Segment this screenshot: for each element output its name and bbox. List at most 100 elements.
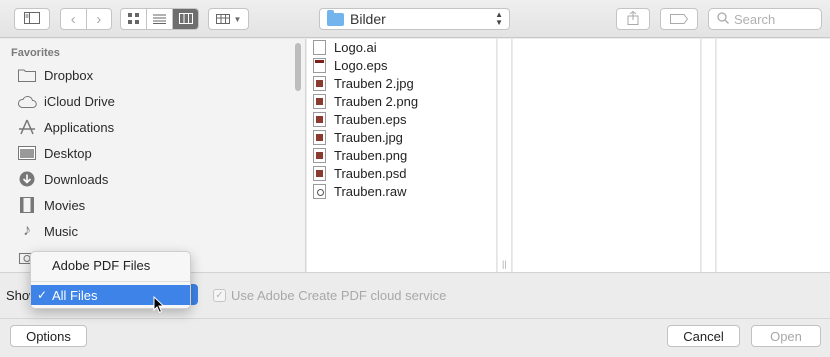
sidebar-item-label: Dropbox — [44, 67, 94, 83]
image-file-icon — [313, 147, 326, 163]
column-gap — [702, 39, 716, 272]
sidebar-heading-favorites: Favorites — [11, 47, 60, 59]
arrange-button[interactable]: ▼ — [208, 8, 249, 30]
cloud-service-label: Use Adobe Create PDF cloud service — [231, 288, 447, 303]
file-name: Trauben 2.png — [334, 93, 419, 109]
music-icon: ♪ — [23, 222, 31, 239]
sidebar-item-icloud-drive[interactable]: iCloud Drive — [17, 90, 115, 112]
column-view-button[interactable] — [173, 9, 198, 29]
document-icon — [313, 39, 326, 55]
sidebar-item-label: Music — [44, 223, 78, 239]
back-button[interactable]: ‹ — [61, 9, 87, 29]
menu-item-all-files[interactable]: ✓ All Files — [31, 285, 190, 305]
file-name: Logo.ai — [334, 39, 377, 55]
file-item[interactable]: Trauben 2.jpg — [313, 74, 414, 92]
search-placeholder: Search — [734, 11, 776, 27]
list-view-button[interactable] — [147, 9, 173, 29]
sidebar-toggle-button[interactable] — [14, 8, 50, 30]
eps-file-icon — [313, 57, 326, 73]
image-file-icon — [313, 129, 326, 145]
download-icon — [17, 171, 37, 187]
toolbar: ‹ › ▼ Bilder ▲ ▼ Search — [0, 0, 830, 38]
icon-view-button[interactable] — [121, 9, 147, 29]
divider — [0, 318, 830, 319]
search-icon — [717, 11, 729, 27]
file-name: Trauben.jpg — [334, 129, 403, 145]
menu-separator — [31, 281, 190, 282]
grid-icon — [128, 12, 139, 27]
options-button[interactable]: Options — [10, 325, 87, 347]
cloud-service-checkbox[interactable]: ✓ — [213, 289, 226, 302]
file-item[interactable]: Trauben.raw — [313, 182, 407, 200]
list-icon — [153, 12, 166, 27]
file-type-menu: Adobe PDF Files ✓ All Files — [30, 251, 191, 309]
arrange-grid-icon — [215, 12, 230, 27]
file-item[interactable]: Trauben.eps — [313, 110, 407, 128]
path-folder-label: Bilder — [350, 11, 386, 27]
sidebar-item-label: iCloud Drive — [44, 93, 115, 109]
search-field[interactable]: Search — [708, 8, 822, 30]
chevron-left-icon: ‹ — [70, 10, 76, 28]
sidebar-item-applications[interactable]: Applications — [17, 116, 114, 138]
image-file-icon — [313, 93, 326, 109]
back-forward-control: ‹ › — [60, 8, 112, 30]
image-file-icon — [313, 111, 326, 127]
image-file-icon — [313, 165, 326, 181]
preview-column — [513, 39, 701, 272]
file-name: Trauben.raw — [334, 183, 407, 199]
chevron-down-icon: ▼ — [233, 14, 242, 24]
checkmark-icon: ✓ — [37, 288, 48, 302]
file-item[interactable]: Trauben.jpg — [313, 128, 403, 146]
file-name: Trauben.psd — [334, 165, 407, 181]
empty-column — [717, 39, 830, 272]
tag-icon — [670, 12, 689, 27]
sidebar-item-music[interactable]: ♪ Music — [17, 220, 78, 242]
sidebar: Favorites Dropbox iCloud Drive Applicati… — [0, 39, 306, 272]
sidebar-item-label: Movies — [44, 197, 86, 213]
file-item[interactable]: Trauben 2.png — [313, 92, 418, 110]
sidebar-item-label: Desktop — [44, 145, 92, 161]
desktop-icon — [17, 145, 37, 161]
menu-item-label: All Files — [52, 287, 98, 303]
sidebar-scrollbar[interactable] — [295, 43, 301, 91]
view-mode-control — [120, 8, 199, 30]
tag-button[interactable] — [660, 8, 698, 30]
film-icon — [17, 197, 37, 213]
file-item[interactable]: Trauben.psd — [313, 164, 407, 182]
share-button[interactable] — [616, 8, 650, 30]
sidebar-icon — [24, 11, 40, 27]
column-resize-grip[interactable]: || — [502, 259, 507, 269]
sidebar-item-downloads[interactable]: Downloads — [17, 168, 108, 190]
columns-icon — [178, 12, 193, 27]
file-item[interactable]: Logo.ai — [313, 38, 377, 56]
file-name: Logo.eps — [334, 57, 388, 73]
share-icon — [627, 10, 639, 28]
raw-file-icon — [313, 183, 326, 199]
folder-icon — [327, 9, 344, 26]
path-popup[interactable]: Bilder ▲ ▼ — [319, 8, 510, 30]
file-name: Trauben.eps — [334, 111, 407, 127]
mouse-cursor-icon — [153, 295, 165, 317]
image-file-icon — [313, 75, 326, 91]
folder-icon — [17, 67, 37, 83]
sidebar-item-desktop[interactable]: Desktop — [17, 142, 92, 164]
menu-item-label: Adobe PDF Files — [52, 257, 151, 273]
cloud-service-checkbox-row[interactable]: ✓ Use Adobe Create PDF cloud service — [213, 288, 446, 303]
applications-icon — [17, 119, 37, 135]
cloud-icon — [17, 93, 37, 109]
forward-button[interactable]: › — [87, 9, 112, 29]
sidebar-item-dropbox[interactable]: Dropbox — [17, 64, 93, 86]
sidebar-item-label: Downloads — [44, 171, 109, 187]
open-button[interactable]: Open — [751, 325, 821, 347]
menu-item-adobe-pdf-files[interactable]: Adobe PDF Files — [31, 255, 190, 275]
cancel-button[interactable]: Cancel — [667, 325, 740, 347]
file-item[interactable]: Trauben.png — [313, 146, 407, 164]
file-name: Trauben.png — [334, 147, 408, 163]
column-gap — [498, 39, 512, 272]
chevron-right-icon: › — [96, 10, 102, 28]
sidebar-item-label: Applications — [44, 119, 115, 135]
file-item[interactable]: Logo.eps — [313, 56, 388, 74]
file-name: Trauben 2.jpg — [334, 75, 414, 91]
updown-arrows-icon: ▲▼ — [495, 10, 503, 27]
sidebar-item-movies[interactable]: Movies — [17, 194, 85, 216]
